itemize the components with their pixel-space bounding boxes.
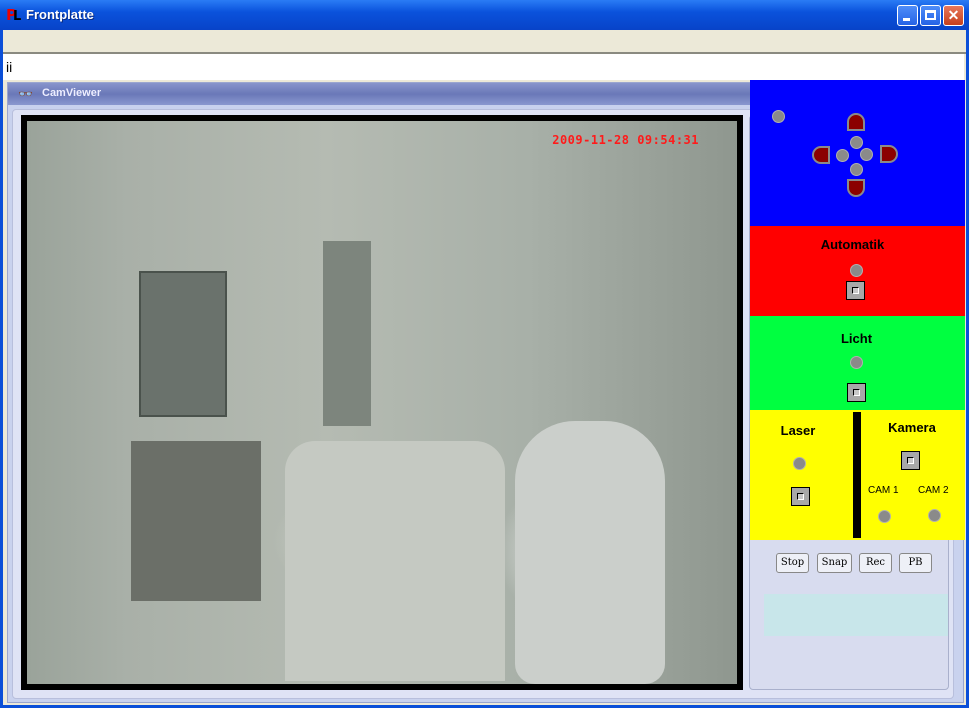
licht-section: Licht [750,316,965,410]
close-icon: ✕ [947,7,960,23]
video-timestamp: 2009-11-28 09:54:31 [552,133,699,147]
cam2-label: CAM 2 [918,485,949,496]
scene-sofa [285,441,505,681]
arrow-left-button[interactable] [812,146,830,164]
camviewer-title: CamViewer [42,87,102,99]
binoculars-icon: 👓 [18,87,33,101]
video-frame: 2009-11-28 09:54:31 [21,115,743,690]
maximize-icon [925,10,936,20]
led-right [860,148,873,161]
minimize-button[interactable] [897,5,918,26]
cam2-led[interactable] [928,509,941,522]
title-bar[interactable]: PL Frontplatte ✕ [0,0,969,30]
rec-button[interactable]: Rec [859,553,892,573]
laser-led [793,457,806,470]
licht-toggle[interactable] [847,383,866,402]
playback-button[interactable]: PB [899,553,932,573]
licht-label: Licht [840,331,873,346]
close-button[interactable]: ✕ [943,5,964,26]
automatik-label: Automatik [820,237,885,252]
scene-shelf [131,441,261,601]
automatik-led [850,264,863,277]
section-divider [853,412,861,538]
minimize-icon [903,18,910,21]
pan-tilt-section [750,80,965,226]
window-title: Frontplatte [26,7,94,22]
pan-tilt-led [772,110,785,123]
scene-door [323,241,371,426]
laser-label: Laser [780,423,816,438]
kamera-label: Kamera [888,420,936,435]
kamera-toggle[interactable] [901,451,920,470]
led-down [850,163,863,176]
cam1-label: CAM 1 [868,485,899,496]
automatik-toggle[interactable] [846,281,865,300]
arrow-down-button[interactable] [847,179,865,197]
laser-toggle[interactable] [791,487,810,506]
snap-button[interactable]: Snap [817,553,852,573]
automatik-section: Automatik [750,226,965,316]
arrow-right-button[interactable] [880,145,898,163]
scene-poster [139,271,227,417]
camera-video-feed: 2009-11-28 09:54:31 [27,121,737,684]
led-left [836,149,849,162]
menu-bar [3,30,966,52]
scene-person [515,421,665,684]
main-window: PL Frontplatte ✕ ii 👓 CamViewer 2009-11-… [0,0,969,708]
cam1-led[interactable] [878,510,891,523]
maximize-button[interactable] [920,5,941,26]
pl-logo-icon: PL [6,6,22,24]
stop-button[interactable]: Stop [776,553,809,573]
licht-led [850,356,863,369]
laser-kamera-section: Laser Kamera CAM 1 CAM 2 [750,410,965,540]
text-input[interactable]: ii [3,54,964,80]
arrow-up-button[interactable] [847,113,865,131]
led-up [850,136,863,149]
status-area [764,594,948,636]
